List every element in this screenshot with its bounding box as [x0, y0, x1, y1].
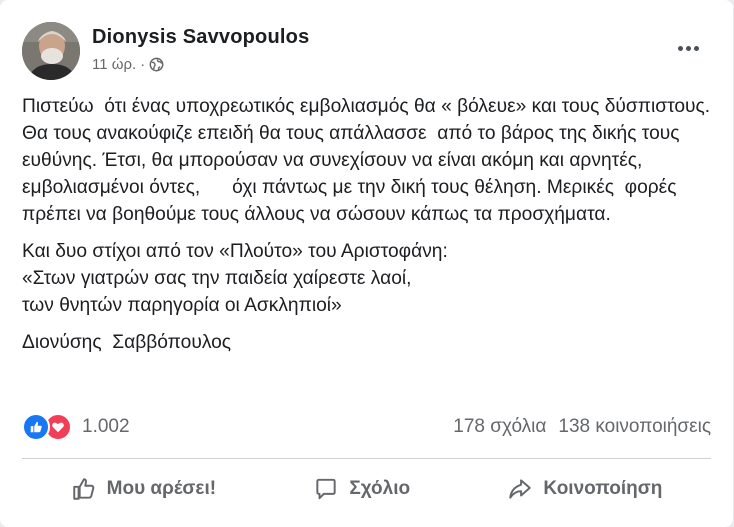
post-header: Dionysis Savvopoulos 11 ώρ. ·	[22, 22, 711, 82]
divider	[22, 458, 711, 459]
reactions-summary[interactable]: 1.002	[22, 413, 130, 441]
meta-separator: ·	[140, 56, 146, 73]
post-time[interactable]: 11 ώρ.	[92, 56, 136, 73]
post-paragraph: Πιστεύω ότι ένας υποχρεωτικός εμβολιασμό…	[22, 96, 716, 225]
post-card: Dionysis Savvopoulos 11 ώρ. · Πιστεύω ότ…	[0, 0, 733, 527]
like-label: Μου αρέσει!	[106, 478, 217, 499]
author-name[interactable]: Dionysis Savvopoulos	[92, 26, 309, 49]
comments-count-link[interactable]: 178 σχόλια	[453, 416, 546, 438]
comment-icon	[316, 478, 337, 500]
post-paragraph: Και δυο στίχοι από τον «Πλούτο» του Αρισ…	[22, 241, 448, 316]
globe-icon	[149, 57, 164, 72]
share-button[interactable]: Κοινοποίηση	[493, 470, 676, 508]
like-icon	[22, 413, 50, 441]
like-button[interactable]: Μου αρέσει!	[57, 470, 230, 508]
comment-button[interactable]: Σχόλιο	[299, 470, 424, 508]
shares-count-link[interactable]: 138 κοινοποιήσεις	[558, 416, 711, 438]
share-icon	[509, 479, 532, 499]
avatar[interactable]	[22, 22, 80, 80]
post-meta: 11 ώρ. ·	[92, 56, 164, 73]
reactions-count: 1.002	[82, 416, 130, 437]
more-options-icon[interactable]	[671, 36, 705, 60]
post-actions: Μου αρέσει! Σχόλιο Κοινοποίηση	[22, 466, 711, 512]
share-label: Κοινοποίηση	[543, 478, 663, 499]
post-stats: 1.002 178 σχόλια 138 κοινοποιήσεις	[22, 412, 711, 442]
avatar-image	[22, 22, 80, 80]
post-body: Πιστεύω ότι ένας υποχρεωτικός εμβολιασμό…	[22, 93, 722, 366]
comment-label: Σχόλιο	[349, 478, 411, 499]
post-signature: Διονύσης Σαββόπουλος	[22, 332, 232, 353]
thumbs-up-icon	[72, 478, 94, 500]
